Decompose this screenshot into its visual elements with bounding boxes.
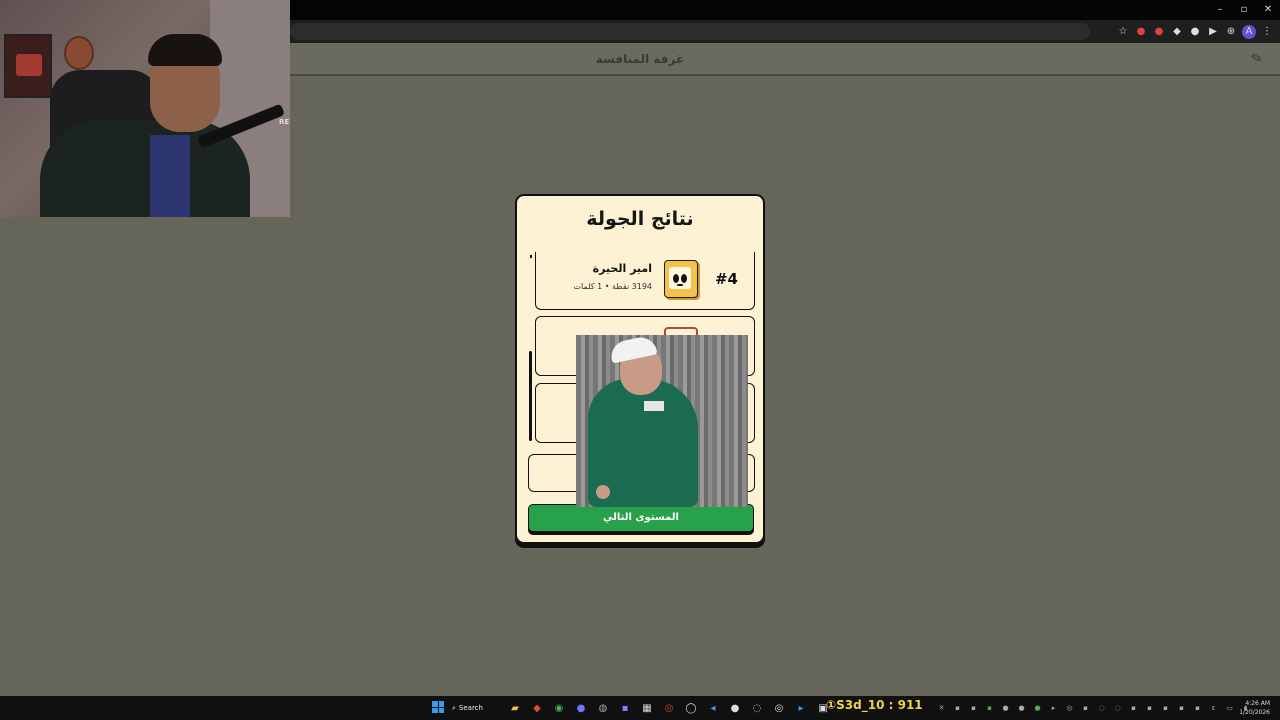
modal-title: نتائج الجولة bbox=[586, 208, 694, 230]
player-avatar-icon bbox=[664, 260, 698, 298]
calculator-icon[interactable]: ▦ bbox=[638, 699, 656, 717]
meme-person-hand bbox=[596, 485, 610, 499]
app-disc-icon[interactable]: ◎ bbox=[770, 699, 788, 717]
windows-taskbar: ⌕ Search ▰ ◆ ◉ ● ◍ ▪ ▦ ◎ ◯ ◂ ● ◌ ◎ ▸ ▣ ①… bbox=[0, 696, 1280, 720]
app-ring-icon[interactable]: ◌ bbox=[748, 699, 766, 717]
profile-avatar[interactable]: A bbox=[1242, 24, 1256, 39]
app-circle-icon[interactable]: ◯ bbox=[682, 699, 700, 717]
steam-icon[interactable]: ◍ bbox=[594, 699, 612, 717]
extension-red-icon[interactable]: ● bbox=[1134, 25, 1148, 39]
discord-icon[interactable]: ● bbox=[572, 699, 590, 717]
extension-row: ☆ ● ● ◆ ● ▶ ⊕ A ⋮ bbox=[1116, 23, 1274, 40]
player-name: امير الحيرة bbox=[592, 262, 652, 275]
scroll-top-marker bbox=[530, 255, 532, 258]
tray-icon[interactable]: ◌ bbox=[1096, 703, 1107, 714]
tray-icon[interactable]: ● bbox=[1032, 703, 1043, 714]
app-red-icon[interactable]: ◎ bbox=[660, 699, 678, 717]
player-card: #4 امير الحيرة 3194 نقطة • 1 كلمات bbox=[535, 252, 755, 310]
chrome-icon[interactable]: ◉ bbox=[550, 699, 568, 717]
tray-icon[interactable]: ● bbox=[1016, 703, 1027, 714]
webcam-wall-disc bbox=[64, 36, 94, 70]
search-icon: ⌕ bbox=[452, 704, 456, 712]
next-level-button[interactable]: المستوى التالي bbox=[528, 504, 754, 532]
file-explorer-icon[interactable]: ▰ bbox=[506, 699, 524, 717]
webcam-streamer-hair bbox=[148, 34, 222, 66]
tray-icon[interactable]: ▪ bbox=[1128, 703, 1139, 714]
webcam-wall-frame bbox=[4, 34, 52, 98]
extension-circle-icon[interactable]: ● bbox=[1188, 25, 1202, 39]
premiere-icon[interactable]: ▪ bbox=[616, 699, 634, 717]
brave-browser-icon[interactable]: ◆ bbox=[528, 699, 546, 717]
vscode-icon[interactable]: ◂ bbox=[704, 699, 722, 717]
tray-icon[interactable]: ▸ bbox=[1048, 703, 1059, 714]
taskbar-clock[interactable]: 4:26 AM 1/20/2026 bbox=[1234, 699, 1270, 717]
taskbar-marquee-text: ①S3d_10 : 911 bbox=[826, 698, 923, 712]
tray-icon[interactable]: ▪ bbox=[952, 703, 963, 714]
taskbar-apps: ▰ ◆ ◉ ● ◍ ▪ ▦ ◎ ◯ ◂ ● ◌ ◎ ▸ ▣ bbox=[506, 699, 832, 717]
tray-icon[interactable]: ▪ bbox=[1192, 703, 1203, 714]
player-rank: #4 bbox=[714, 270, 738, 288]
tray-icon[interactable]: ▪ bbox=[1080, 703, 1091, 714]
browser-menu-icon[interactable]: ⋮ bbox=[1260, 25, 1274, 39]
clock-date: 1/20/2026 bbox=[1239, 709, 1270, 716]
tray-icon[interactable]: ✕ bbox=[936, 703, 947, 714]
page-title: غرفة المنافسة bbox=[595, 52, 685, 66]
minimize-button[interactable]: – bbox=[1208, 0, 1232, 20]
tray-icon[interactable]: ▪ bbox=[984, 703, 995, 714]
taskbar-search-label: Search bbox=[458, 704, 483, 712]
webcam-mic-label: RE bbox=[279, 118, 290, 126]
system-tray: ✕ ▪ ▪ ▪ ● ● ● ▸ ◎ ▪ ◌ ◌ ▪ ▪ ▪ ▪ ▪ ε ▭ ◖ bbox=[936, 702, 1251, 714]
extensions-puzzle-icon[interactable]: ⊕ bbox=[1224, 25, 1238, 39]
webcam-overlay: RE bbox=[0, 0, 290, 217]
start-button[interactable] bbox=[432, 701, 444, 713]
address-bar[interactable] bbox=[290, 23, 1090, 40]
webcam-streamer-shirt bbox=[150, 135, 190, 217]
close-button[interactable]: ✕ bbox=[1256, 0, 1280, 20]
bookmark-star-icon[interactable]: ☆ bbox=[1116, 25, 1130, 39]
player-stats: 3194 نقطة • 1 كلمات bbox=[573, 282, 652, 291]
results-scrollbar[interactable] bbox=[529, 351, 532, 441]
extension-play-icon[interactable]: ▶ bbox=[1206, 25, 1220, 39]
tray-icon[interactable]: ◎ bbox=[1064, 703, 1075, 714]
meme-shirt-logo bbox=[644, 401, 664, 411]
app-arrow-icon[interactable]: ▸ bbox=[792, 699, 810, 717]
tray-icon[interactable]: ▪ bbox=[1160, 703, 1171, 714]
tray-icon[interactable]: ◌ bbox=[1112, 703, 1123, 714]
meme-person-arm bbox=[676, 415, 698, 495]
tray-icon[interactable]: ● bbox=[1000, 703, 1011, 714]
tray-icon[interactable]: ▪ bbox=[968, 703, 979, 714]
extension-red2-icon[interactable]: ● bbox=[1152, 25, 1166, 39]
taskbar-search[interactable]: ⌕ Search bbox=[452, 699, 498, 717]
maximize-button[interactable]: ▫ bbox=[1232, 0, 1256, 20]
tray-icon[interactable]: ▪ bbox=[1176, 703, 1187, 714]
window-controls: – ▫ ✕ bbox=[1208, 0, 1280, 20]
tray-icon[interactable]: ▪ bbox=[1144, 703, 1155, 714]
extension-diamond-icon[interactable]: ◆ bbox=[1170, 25, 1184, 39]
site-logo-icon[interactable]: ✎ bbox=[1241, 44, 1272, 74]
app-ball-icon[interactable]: ● bbox=[726, 699, 744, 717]
meme-overlay-image bbox=[576, 335, 748, 507]
clock-time: 4:26 AM bbox=[1245, 700, 1270, 707]
tray-icon[interactable]: ε bbox=[1208, 703, 1219, 714]
